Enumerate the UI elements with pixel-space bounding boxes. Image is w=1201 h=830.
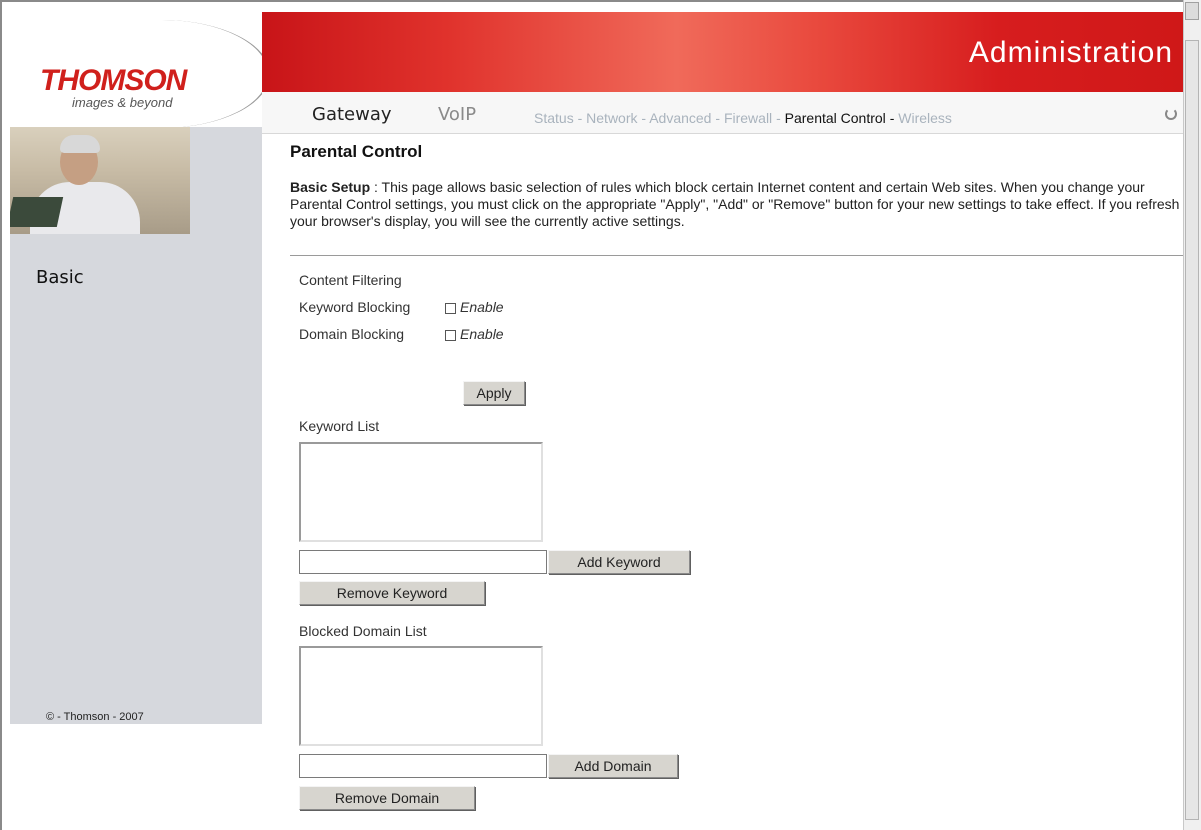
sidebar-item-basic[interactable]: Basic — [36, 267, 84, 288]
add-keyword-button[interactable]: Add Keyword — [548, 550, 690, 574]
scroll-up-arrow-icon[interactable] — [1185, 2, 1199, 20]
nav-firewall[interactable]: Firewall — [724, 110, 772, 126]
copyright: © - Thomson - 2007 — [46, 711, 144, 723]
remove-keyword-button[interactable]: Remove Keyword — [299, 581, 485, 605]
nav-separator: - — [715, 110, 721, 126]
vertical-scrollbar[interactable] — [1183, 0, 1201, 830]
keyword-list-label: Keyword List — [299, 418, 380, 434]
domain-blocking-enable-label: Enable — [460, 326, 504, 342]
keyword-blocking-label: Keyword Blocking — [299, 299, 411, 315]
header-banner: Administration — [262, 12, 1183, 92]
keyword-input[interactable] — [299, 550, 547, 574]
add-domain-button[interactable]: Add Domain — [548, 754, 678, 778]
remove-domain-button[interactable]: Remove Domain — [299, 786, 475, 810]
nav-bar: Gateway VoIP Status - Network - Advanced… — [262, 92, 1183, 134]
intro-heading: Basic Setup — [290, 179, 371, 195]
page-title: Parental Control — [290, 142, 423, 161]
nav-separator: - — [577, 110, 583, 126]
nav-wireless[interactable]: Wireless — [898, 110, 952, 126]
keyword-blocking-enable-label: Enable — [460, 299, 504, 315]
nav-separator: - — [776, 110, 781, 126]
nav-advanced[interactable]: Advanced — [649, 110, 711, 126]
photo-person-hair — [60, 135, 100, 153]
sub-navigation: Status - Network - Advanced - Firewall -… — [534, 110, 952, 126]
nav-separator: - — [641, 110, 647, 126]
domain-listbox[interactable] — [299, 646, 543, 746]
intro-text: : This page allows basic selection of ru… — [290, 179, 1180, 229]
logo-text: THOMSON — [40, 64, 187, 97]
scrollbar-thumb[interactable] — [1185, 40, 1199, 820]
nav-voip[interactable]: VoIP — [438, 104, 476, 125]
nav-separator: - — [889, 110, 895, 126]
photo-laptop — [10, 197, 64, 227]
blocked-domain-list-label: Blocked Domain List — [299, 623, 427, 639]
nav-gateway[interactable]: Gateway — [312, 104, 392, 125]
domain-input[interactable] — [299, 754, 547, 778]
domain-blocking-label: Domain Blocking — [299, 326, 405, 342]
nav-status[interactable]: Status — [534, 110, 574, 126]
nav-network[interactable]: Network — [586, 110, 637, 126]
header-photo — [10, 127, 190, 234]
domain-blocking-checkbox[interactable] — [445, 330, 456, 341]
content-filtering-heading: Content Filtering — [299, 272, 402, 288]
apply-button[interactable]: Apply — [463, 381, 525, 405]
page-section-title: Administration — [968, 36, 1173, 69]
nav-parental-control[interactable]: Parental Control — [785, 110, 886, 126]
sidebar: Basic © - Thomson - 2007 — [10, 127, 262, 724]
logo-tagline: images & beyond — [72, 95, 173, 110]
keyword-listbox[interactable] — [299, 442, 543, 542]
logo: THOMSON images & beyond — [10, 12, 272, 128]
keyword-blocking-checkbox[interactable] — [445, 303, 456, 314]
page-description: Basic Setup : This page allows basic sel… — [290, 179, 1190, 230]
divider — [290, 255, 1190, 256]
loading-icon — [1165, 108, 1177, 120]
